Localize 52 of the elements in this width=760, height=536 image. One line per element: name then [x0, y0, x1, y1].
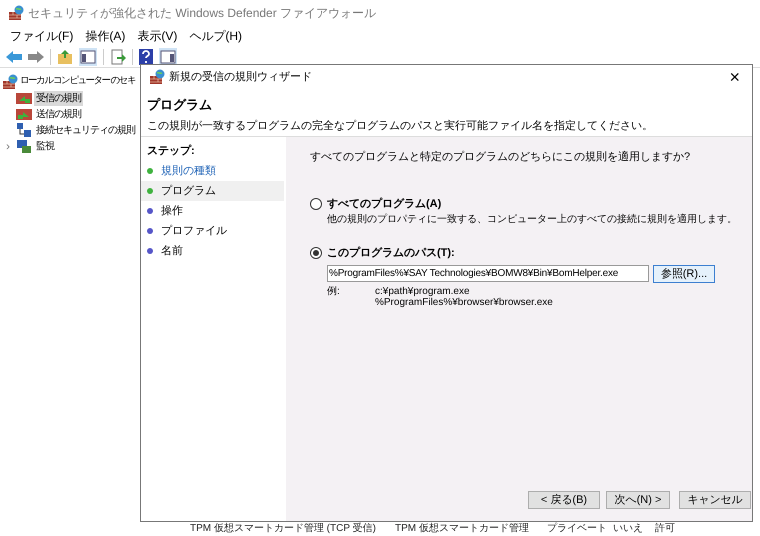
radio-button[interactable]: [310, 247, 322, 260]
folder-up-icon[interactable]: [57, 48, 73, 64]
forward-arrow-icon[interactable]: [28, 50, 44, 62]
step-item[interactable]: 規則の種類: [141, 161, 284, 181]
browse-button[interactable]: 参照(R)...: [653, 264, 715, 282]
help-icon[interactable]: [139, 48, 153, 64]
menu-item[interactable]: 表示(V): [131, 27, 184, 45]
step-item[interactable]: プログラム: [141, 181, 284, 201]
step-item[interactable]: 名前: [141, 241, 284, 261]
example-label: 例:: [327, 286, 341, 298]
menu-item[interactable]: ファイル(F): [4, 27, 80, 45]
dialog-title: 新規の受信の規則ウィザード: [169, 70, 313, 85]
wizard-button[interactable]: 次へ(N) >: [606, 491, 670, 509]
table-cell-text: プライベート: [547, 523, 608, 535]
firewall-icon: [2, 74, 18, 90]
example-path: c:¥path¥program.exe: [375, 286, 470, 296]
window-title: セキュリティが強化された Windows Defender ファイアウォール: [28, 5, 376, 22]
export-icon[interactable]: [110, 48, 126, 64]
table-cell-text: 許可: [655, 523, 676, 535]
expand-chevron[interactable]: ›: [2, 137, 14, 155]
page-heading: プログラム: [147, 96, 213, 114]
tree-item[interactable]: 受信の規則: [34, 90, 83, 106]
table-cell-text: TPM 仮想スマートカード管理: [395, 523, 530, 535]
radio-label[interactable]: このプログラムのパス(T):: [327, 245, 455, 262]
menu-item[interactable]: ヘルプ(H): [183, 27, 248, 45]
panel-icon[interactable]: [159, 48, 177, 66]
path-field[interactable]: %ProgramFiles%¥SAY Technologies¥BOMW8¥Bin¥BomHelper.exe: [327, 265, 649, 282]
wizard-button[interactable]: キャンセル: [679, 491, 751, 509]
step-item[interactable]: 操作: [141, 201, 284, 221]
tree-item[interactable]: 監視: [34, 138, 56, 154]
panel-icon[interactable]: [79, 48, 97, 66]
back-arrow-icon[interactable]: [6, 50, 22, 62]
menu-item[interactable]: 操作(A): [79, 27, 132, 45]
firewall-icon: [8, 5, 24, 21]
tree-item[interactable]: ローカル コンピューター のセキ: [20, 74, 135, 89]
example-path: %ProgramFiles%¥browser¥browser.exe: [375, 296, 553, 308]
option-description: 他の規則のプロパティに一致する、コンピューター上のすべての接続に規則を適用します。: [326, 212, 737, 227]
computers-icon: [16, 122, 32, 138]
step-item[interactable]: プロファイル: [141, 221, 284, 241]
close-button[interactable]: ×: [725, 68, 744, 86]
monitor-icon: [16, 138, 32, 154]
steps-title: ステップ:: [146, 144, 196, 159]
radio-label[interactable]: すべてのプログラム(A): [327, 196, 442, 212]
table-cell-text: いいえ: [613, 523, 644, 535]
page-description: この規則が一致するプログラムの完全なプログラムのパスと実行可能ファイル名を指定してください。: [147, 118, 654, 134]
radio-button[interactable]: [310, 198, 322, 210]
wizard-button[interactable]: < 戻る(B): [528, 491, 600, 509]
question-text: すべてのプログラムと特定のプログラムのどちらにこの規則を適用しますか?: [310, 150, 692, 165]
tree-item[interactable]: 送信の規則: [34, 106, 83, 122]
table-cell-text: TPM 仮想スマートカード管理 (TCP 受信): [190, 523, 377, 535]
firewall-icon: [149, 69, 165, 85]
tree-item[interactable]: 接続セキュリティの規則: [34, 122, 137, 138]
